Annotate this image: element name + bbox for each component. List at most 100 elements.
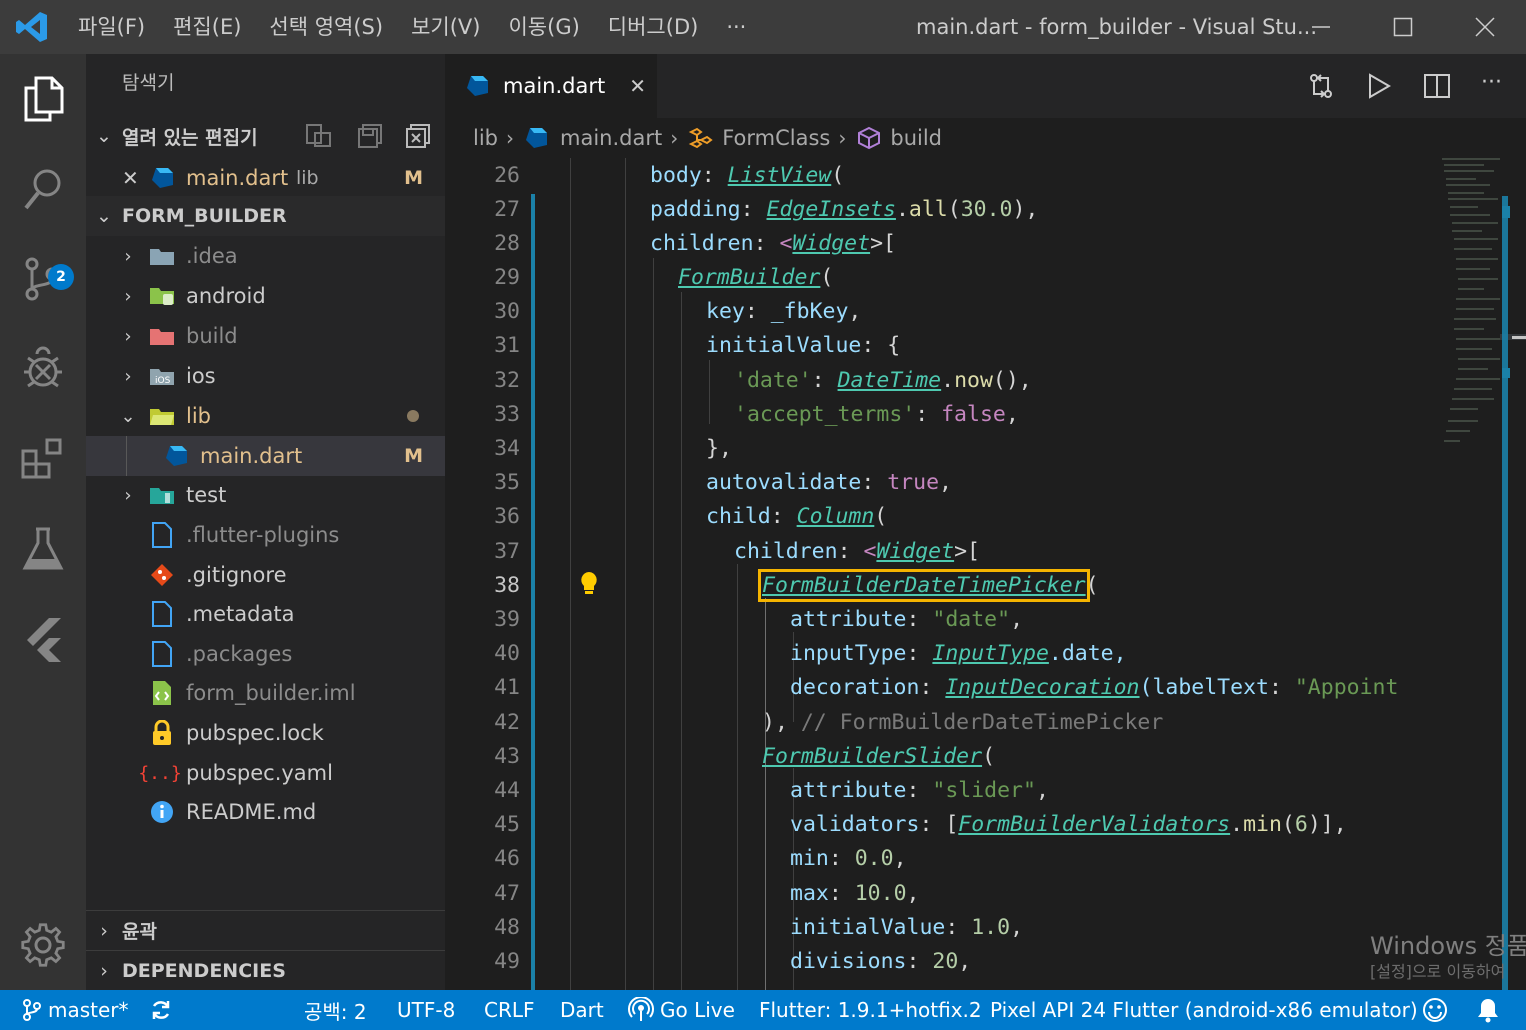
lightbulb-icon[interactable] xyxy=(579,570,599,604)
file-icon xyxy=(148,634,176,674)
extensions-icon[interactable] xyxy=(0,414,86,504)
device-item[interactable]: Pixel API 24 Flutter (android-x86 emulat… xyxy=(990,990,1418,1030)
line-number: 40 xyxy=(494,641,520,666)
dart-file-icon xyxy=(526,128,547,148)
open-editor-item[interactable]: ✕ main.dart lib M xyxy=(86,158,445,198)
outline-label: 윤곽 xyxy=(122,921,157,943)
token: true xyxy=(887,470,940,495)
token: ListView xyxy=(727,163,832,188)
token: InputType xyxy=(932,641,1049,666)
breadcrumb-build[interactable]: build xyxy=(856,126,942,150)
explorer-sidebar: 탐색기 ⌄ 열려 있는 편집기 ✕ main.dart lib M ⌄ FORM… xyxy=(86,54,445,990)
menu-selection[interactable]: 선택 영역(S) xyxy=(255,0,397,54)
more-actions-icon[interactable]: ··· xyxy=(1481,70,1502,95)
window-title: main.dart - form_builder - Visual Stu... xyxy=(916,15,1317,39)
eol-item[interactable]: CRLF xyxy=(484,990,535,1030)
code-line-32: 'date': DateTime.now(), xyxy=(734,368,1032,393)
token: validators xyxy=(790,812,920,837)
debug-icon[interactable] xyxy=(0,324,86,414)
line-number: 48 xyxy=(494,915,520,940)
menu-edit[interactable]: 편집(E) xyxy=(159,0,255,54)
explorer-icon[interactable] xyxy=(0,54,86,144)
tree-item-packages[interactable]: .packages xyxy=(86,634,445,674)
tree-item-lib[interactable]: ⌄ lib xyxy=(86,396,445,436)
minimize-button[interactable] xyxy=(1280,0,1362,54)
indentation-item[interactable]: 공백: 2 xyxy=(304,990,367,1030)
tree-item-ios[interactable]: › iOS ios xyxy=(86,356,445,396)
close-tab-icon[interactable]: ✕ xyxy=(629,74,646,98)
dependencies-header[interactable]: › DEPENDENCIES xyxy=(86,950,445,990)
breadcrumb-lib[interactable]: lib xyxy=(473,126,498,150)
line-number: 37 xyxy=(494,539,520,564)
menu-file[interactable]: 파일(F) xyxy=(64,0,159,54)
breadcrumb-main-dart[interactable]: main.dart xyxy=(524,126,662,150)
line-number: 35 xyxy=(494,470,520,495)
close-window-button[interactable] xyxy=(1444,0,1526,54)
feedback-smiley-icon[interactable] xyxy=(1422,990,1448,1030)
token: initialValue xyxy=(706,333,862,358)
outline-header[interactable]: › 윤곽 xyxy=(86,910,445,950)
activity-bar: 2 xyxy=(0,54,86,990)
token: . xyxy=(895,197,909,222)
go-live-item[interactable]: Go Live xyxy=(628,990,735,1030)
highlighted-token[interactable]: FormBuilderDateTimePicker xyxy=(758,569,1090,602)
compare-changes-icon[interactable] xyxy=(1307,72,1335,104)
maximize-button[interactable] xyxy=(1362,0,1444,54)
tree-item-gitignore[interactable]: .gitignore xyxy=(86,555,445,595)
tree-item-build[interactable]: › build xyxy=(86,316,445,356)
tree-item-readme[interactable]: README.md xyxy=(86,792,445,832)
code-editor[interactable]: 26 27 28 29 30 31 32 33 34 35 36 37 38 3… xyxy=(445,158,1440,990)
language-mode-item[interactable]: Dart xyxy=(560,990,604,1030)
flutter-icon[interactable] xyxy=(0,594,86,684)
tree-item-metadata[interactable]: .metadata xyxy=(86,594,445,634)
tree-item-pubspec-yaml[interactable]: {..} pubspec.yaml xyxy=(86,753,445,793)
indent-guide xyxy=(709,360,710,424)
tab-main-dart[interactable]: main.dart ✕ xyxy=(445,54,657,118)
token: , xyxy=(939,470,952,495)
code-line-48: initialValue: 1.0, xyxy=(790,915,1023,940)
menu-view[interactable]: 보기(V) xyxy=(397,0,494,54)
token: .date, xyxy=(1048,641,1127,666)
minimap[interactable] xyxy=(1440,158,1526,990)
tree-item-flutter-plugins[interactable]: .flutter-plugins xyxy=(86,515,445,555)
breadcrumb-label: main.dart xyxy=(560,126,663,150)
code-line-37: children: <Widget>[ xyxy=(734,539,980,564)
run-icon[interactable] xyxy=(1365,72,1393,104)
flutter-version-item[interactable]: Flutter: 1.9.1+hotfix.2 xyxy=(759,990,982,1030)
git-branch-item[interactable]: master* xyxy=(22,990,129,1030)
line-number: 33 xyxy=(494,402,520,427)
git-icon xyxy=(148,555,176,595)
close-all-editors-icon[interactable] xyxy=(406,124,432,153)
project-header[interactable]: ⌄ FORM_BUILDER xyxy=(86,196,445,236)
tree-item-iml[interactable]: form_builder.iml xyxy=(86,673,445,713)
search-icon[interactable] xyxy=(0,144,86,234)
encoding-item[interactable]: UTF-8 xyxy=(397,990,455,1030)
token: initialValue xyxy=(790,915,946,940)
menu-debug[interactable]: 디버그(D) xyxy=(594,0,713,54)
save-all-icon[interactable] xyxy=(358,124,384,153)
tree-item-idea[interactable]: › .idea xyxy=(86,236,445,276)
token: }, xyxy=(706,436,732,461)
line-number: 27 xyxy=(494,197,520,222)
notifications-bell-icon[interactable] xyxy=(1476,990,1500,1030)
token: InputDecoration xyxy=(945,675,1140,700)
menu-more[interactable]: ··· xyxy=(712,0,760,54)
close-icon[interactable]: ✕ xyxy=(122,166,139,190)
breadcrumb-formclass[interactable]: FormClass xyxy=(688,126,830,150)
new-untitled-file-icon[interactable] xyxy=(306,124,332,153)
tree-item-pubspec-lock[interactable]: pubspec.lock xyxy=(86,713,445,753)
tree-item-test[interactable]: › test xyxy=(86,475,445,515)
settings-gear-icon[interactable] xyxy=(0,900,86,990)
source-control-icon[interactable]: 2 xyxy=(0,234,86,324)
test-flask-icon[interactable] xyxy=(0,504,86,594)
open-editors-header[interactable]: ⌄ 열려 있는 편집기 xyxy=(86,116,445,156)
token: inputType xyxy=(790,641,907,666)
token: divisions xyxy=(790,949,907,974)
tree-item-android[interactable]: › android xyxy=(86,276,445,316)
menu-go[interactable]: 이동(G) xyxy=(494,0,593,54)
sync-icon[interactable] xyxy=(150,990,172,1030)
token: )], xyxy=(1307,812,1347,837)
split-editor-icon[interactable] xyxy=(1423,72,1451,104)
line-number: 39 xyxy=(494,607,520,632)
tree-item-main-dart[interactable]: main.dart M xyxy=(86,436,445,476)
